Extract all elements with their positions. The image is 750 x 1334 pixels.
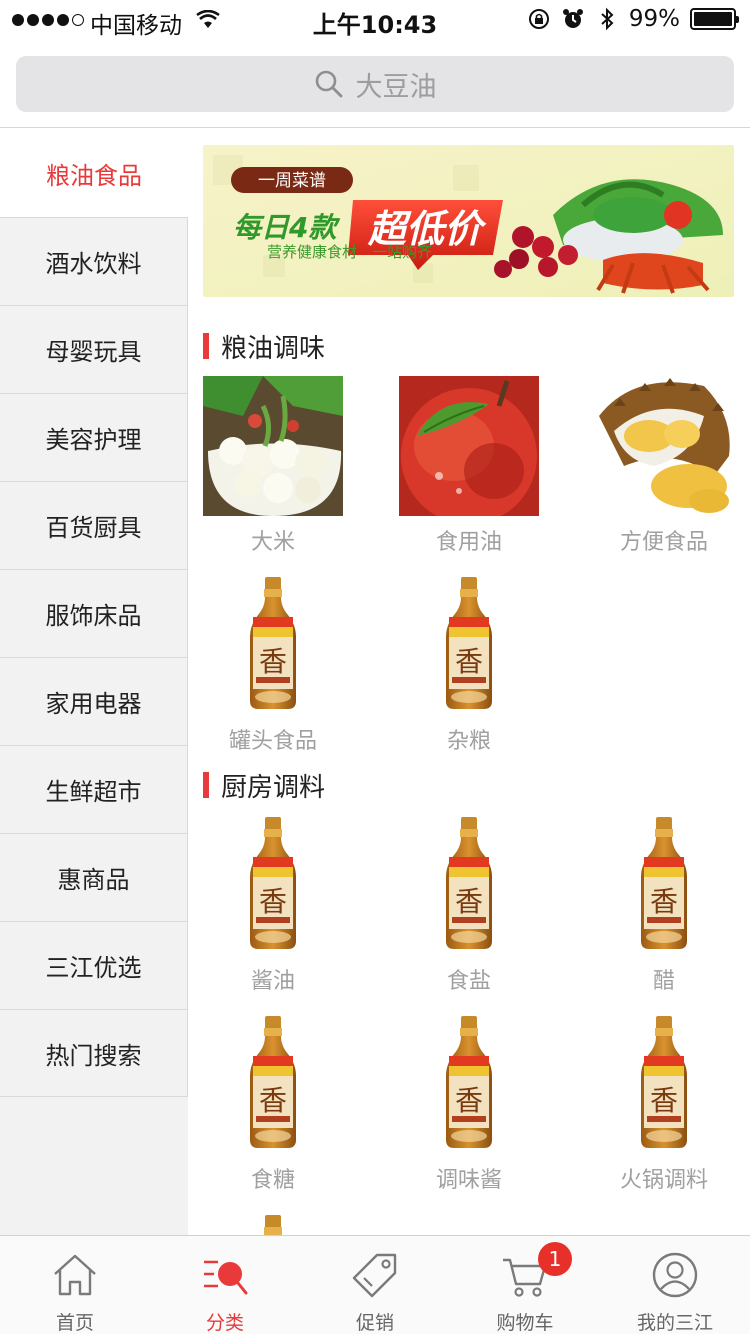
product-category-label: 醋: [652, 969, 675, 994]
product-category-label: 方便食品: [619, 530, 708, 555]
tab-my-account[interactable]: 我的三江: [600, 1236, 750, 1334]
search-bar: 大豆油: [0, 40, 750, 128]
alarm-icon: [562, 9, 583, 28]
search-icon: [315, 70, 342, 98]
promo-banner-image: 一周菜谱 每日4款 超低价 营养健康食材 一站购齐: [203, 145, 734, 297]
battery-percent: 99%: [628, 6, 680, 32]
product-category-instant-food[interactable]: 方便食品: [594, 376, 734, 556]
product-category-label: 食盐: [446, 969, 491, 994]
sidebar-item-grain-oil[interactable]: 粮油食品: [0, 129, 188, 217]
sidebar-item-sanjiang-select[interactable]: 三江优选: [0, 921, 188, 1009]
section-title-text: 厨房调料: [221, 772, 326, 803]
sidebar-item-fresh-market[interactable]: 生鲜超市: [0, 745, 188, 833]
category-search-icon: [204, 1260, 248, 1295]
product-category-soy-sauce[interactable]: 酱油: [203, 815, 343, 995]
tab-label: 首页: [55, 1312, 94, 1334]
sidebar-item-hot-search[interactable]: 热门搜索: [0, 1009, 188, 1097]
sesame-oil-bottle-image: [399, 1014, 539, 1154]
sesame-oil-bottle-image: [594, 815, 734, 955]
apple-image: [399, 376, 539, 516]
product-category-coarse-grains[interactable]: 杂粮: [399, 575, 539, 755]
section-marker: [203, 772, 209, 798]
sidebar-item-drinks[interactable]: 酒水饮料: [0, 217, 188, 305]
search-placeholder: 大豆油: [355, 71, 437, 103]
sesame-oil-bottle-image: [203, 1213, 343, 1235]
durian-image: [594, 376, 734, 516]
rotation-lock-icon: [528, 9, 549, 29]
product-category-cooking-oil[interactable]: 食用油: [399, 376, 539, 556]
sidebar-item-beauty[interactable]: 美容护理: [0, 393, 188, 481]
cart-badge: 1: [538, 1242, 572, 1276]
sesame-oil-bottle-image: [594, 1014, 734, 1154]
category-content: 一周菜谱 每日4款 超低价 营养健康食材 一站购齐 粮油调味 大米 食用油 方便…: [188, 129, 750, 1235]
tab-category[interactable]: 分类: [150, 1236, 300, 1334]
section-title-text: 粮油调味: [221, 333, 326, 364]
category-sidebar: 粮油食品 酒水饮料 母婴玩具 美容护理 百货厨具 服饰床品 家用电器 生鲜超市 …: [0, 129, 188, 1235]
product-category-rice[interactable]: 大米: [203, 376, 343, 556]
sidebar-item-baby-toys[interactable]: 母婴玩具: [0, 305, 188, 393]
sidebar-item-appliances[interactable]: 家用电器: [0, 657, 188, 745]
product-category-sugar[interactable]: 食糖: [203, 1014, 343, 1194]
sidebar-item-deals[interactable]: 惠商品: [0, 833, 188, 921]
tag-icon: [352, 1253, 397, 1298]
product-category-label: 杂粮: [446, 729, 491, 754]
banner-tag: 一周菜谱: [258, 171, 326, 191]
bottom-tab-bar: 首页 分类 促销 1 购物车 我的三江: [0, 1235, 750, 1334]
home-icon: [54, 1254, 96, 1296]
product-category-label: 酱油: [250, 969, 295, 994]
cauliflower-image: [203, 376, 343, 516]
sesame-oil-bottle-image: [399, 575, 539, 715]
battery-icon: [690, 8, 739, 30]
product-category-hotpot-seasoning[interactable]: 火锅调料: [594, 1014, 734, 1194]
section-marker: [203, 333, 209, 359]
section-title-grain-seasoning: 粮油调味: [203, 331, 325, 364]
sesame-oil-bottle-image: [399, 815, 539, 955]
sesame-oil-bottle-image: [203, 815, 343, 955]
product-category-salt[interactable]: 食盐: [399, 815, 539, 995]
tab-label: 促销: [355, 1312, 394, 1334]
promo-banner[interactable]: 一周菜谱 每日4款 超低价 营养健康食材 一站购齐: [203, 145, 734, 297]
section-title-kitchen-seasoning: 厨房调料: [203, 770, 325, 803]
bluetooth-icon: [601, 7, 614, 31]
product-category-sauce[interactable]: 调味酱: [399, 1014, 539, 1194]
product-category-label: 大米: [250, 530, 295, 555]
banner-headline-a: 每日4款: [233, 211, 340, 244]
tab-home[interactable]: 首页: [0, 1236, 150, 1334]
product-category-partial[interactable]: [203, 1213, 343, 1235]
sesame-oil-bottle-image: [203, 1014, 343, 1154]
user-icon: [652, 1252, 698, 1298]
product-category-label: 火锅调料: [619, 1168, 708, 1193]
tab-label: 购物车: [496, 1312, 554, 1334]
tab-cart[interactable]: 1 购物车: [450, 1236, 600, 1334]
product-category-label: 食糖: [250, 1168, 295, 1193]
product-category-label: 罐头食品: [228, 729, 317, 754]
sidebar-item-apparel-bedding[interactable]: 服饰床品: [0, 569, 188, 657]
search-input[interactable]: 大豆油: [16, 56, 734, 112]
product-category-label: 食用油: [435, 530, 502, 555]
tab-promotions[interactable]: 促销: [300, 1236, 450, 1334]
sesame-oil-bottle-image: [203, 575, 343, 715]
status-bar: 中国移动 上午10:43 99%: [0, 0, 750, 40]
sidebar-item-kitchenware[interactable]: 百货厨具: [0, 481, 188, 569]
tab-label: 我的三江: [636, 1312, 713, 1334]
banner-subline: 营养健康食材 一站购齐: [267, 243, 432, 261]
product-category-vinegar[interactable]: 醋: [594, 815, 734, 995]
product-category-label: 调味酱: [435, 1168, 502, 1193]
product-category-canned-food[interactable]: 罐头食品: [203, 575, 343, 755]
tab-label: 分类: [205, 1312, 244, 1334]
